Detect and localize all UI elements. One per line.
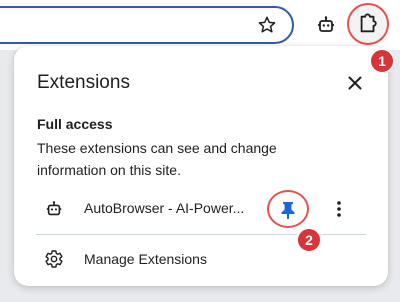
- puzzle-icon: [360, 13, 377, 33]
- browser-toolbar: [0, 0, 400, 50]
- address-bar[interactable]: [0, 6, 294, 44]
- robot-icon: [45, 200, 63, 218]
- extensions-popup: Extensions Full access These extensions …: [14, 46, 388, 286]
- extension-name: AutoBrowser - AI-Power...: [84, 200, 245, 216]
- more-vert-icon[interactable]: [332, 199, 346, 219]
- annotation-badge-1: 1: [369, 48, 395, 74]
- manage-extensions-label: Manage Extensions: [84, 251, 207, 267]
- popup-title: Extensions: [37, 72, 130, 93]
- robot-icon[interactable]: [316, 15, 336, 35]
- gear-icon: [44, 249, 64, 269]
- manage-extensions-row[interactable]: Manage Extensions: [14, 242, 388, 276]
- pin-icon: [281, 202, 295, 219]
- annotation-badge-2: 2: [296, 227, 322, 253]
- pin-button[interactable]: [267, 190, 309, 228]
- extensions-puzzle-button[interactable]: [347, 3, 389, 45]
- section-description: These extensions can see and change info…: [37, 140, 277, 178]
- close-icon[interactable]: [345, 73, 365, 93]
- extension-row[interactable]: AutoBrowser - AI-Power...: [14, 190, 388, 228]
- section-title: Full access: [37, 116, 113, 132]
- bookmark-star-icon[interactable]: [257, 15, 277, 35]
